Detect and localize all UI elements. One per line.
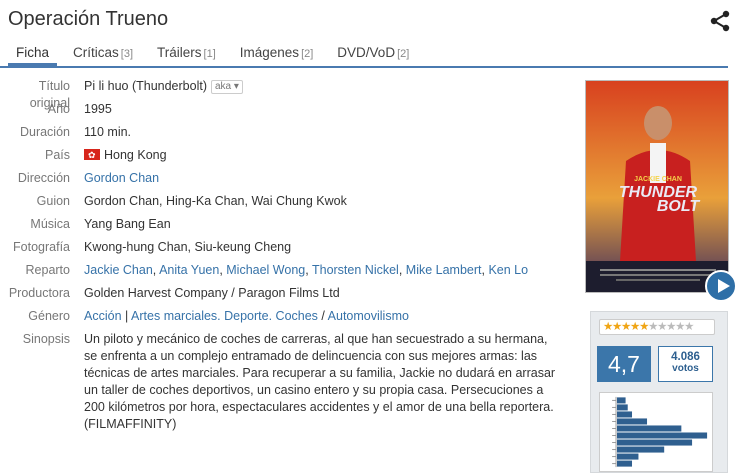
tab-count: [1]	[203, 48, 216, 60]
row-productora: Productora Golden Harvest Company / Para…	[0, 285, 580, 308]
star-empty-icon: ★	[657, 321, 667, 333]
row-direccion: Dirección Gordon Chan	[0, 170, 580, 193]
poster-star-name: JACKIE CHAN	[634, 176, 682, 183]
share-icon[interactable]	[709, 10, 731, 32]
field-label: Duración	[19, 125, 70, 139]
screenwriters: Gordon Chan, Hing-Ka Chan, Wai Chung Kwo…	[84, 194, 347, 208]
tab-trailers[interactable]: Tráilers [1]	[149, 40, 224, 66]
field-label: Título original	[29, 79, 70, 110]
tab-label: DVD/VoD	[337, 45, 396, 60]
synopsis: Un piloto y mecánico de coches de carrer…	[84, 332, 556, 431]
country: Hong Kong	[104, 148, 167, 162]
cast-link[interactable]: Michael Wong	[226, 263, 305, 277]
star-filled-icon: ★	[603, 321, 613, 333]
votes-label: votos	[672, 363, 699, 374]
music: Yang Bang Ean	[84, 217, 171, 231]
histogram-bar	[617, 446, 665, 453]
aka-label: aka	[214, 81, 232, 92]
field-label: Guion	[36, 194, 70, 208]
star-empty-icon: ★	[675, 321, 685, 333]
star-filled-icon: ★	[639, 321, 649, 333]
tab-count: [2]	[397, 48, 410, 60]
aka-button[interactable]: aka ▾	[210, 80, 243, 94]
row-pais: País Hong Kong	[0, 147, 580, 170]
row-ano: Año 1995	[0, 101, 580, 124]
field-label: Productora	[8, 286, 70, 300]
star-empty-icon: ★	[666, 321, 676, 333]
tab-count: [2]	[301, 48, 314, 60]
field-label: Sinopsis	[22, 332, 70, 346]
tab-criticas[interactable]: Críticas [3]	[65, 40, 141, 66]
field-label: Dirección	[17, 171, 70, 185]
tab-count: [3]	[120, 48, 134, 60]
poster-title-line2: BOLT	[657, 198, 701, 215]
row-titulo-original: Título original Pi li huo (Thunderbolt) a…	[0, 78, 580, 110]
row-fotografia: Fotografía Kwong-hung Chan, Siu-keung Ch…	[0, 239, 580, 262]
genre-link[interactable]: Artes marciales. Deporte. Coches	[131, 309, 318, 323]
field-label: Género	[28, 309, 70, 323]
average-rating: 4,7	[597, 346, 651, 382]
histogram-bar	[617, 397, 626, 404]
year: 1995	[84, 102, 112, 116]
histogram-bar	[617, 460, 633, 467]
tab-imagenes[interactable]: Imágenes [2]	[232, 40, 322, 66]
field-label: País	[44, 148, 70, 162]
row-sinopsis: Sinopsis Un piloto y mecánico de coches …	[0, 331, 580, 433]
page-title: Operación Trueno	[8, 8, 169, 30]
histogram-bar	[617, 411, 633, 418]
tab-ficha[interactable]: Ficha	[8, 40, 58, 66]
histogram-bar	[617, 432, 708, 439]
cinematography: Kwong-hung Chan, Siu-keung Cheng	[84, 240, 292, 254]
rating-histogram	[599, 392, 713, 472]
director-link[interactable]: Gordon Chan	[84, 171, 159, 185]
production-company: Golden Harvest Company / Paragon Films L…	[84, 286, 340, 300]
field-label: Fotografía	[13, 240, 70, 254]
tab-label: Imágenes	[239, 45, 300, 60]
histogram-bar	[617, 453, 639, 460]
votes-button[interactable]: 4.086 votos	[658, 346, 713, 382]
tab-dvd-vod[interactable]: DVD/VoD [2]	[329, 40, 417, 66]
row-musica: Música Yang Bang Ean	[0, 216, 580, 239]
star-empty-icon: ★	[648, 321, 658, 333]
cast-list: Jackie Chan, Anita Yuen, Michael Wong, T…	[84, 263, 529, 277]
histogram-bar	[617, 404, 628, 411]
genre-link[interactable]: Acción	[84, 309, 122, 323]
genre-list: Acción | Artes marciales. Deporte. Coche…	[84, 309, 409, 323]
field-label: Música	[30, 217, 70, 231]
movie-info: Título original Pi li huo (Thunderbolt) a…	[0, 78, 580, 433]
movie-poster[interactable]: JACKIE CHAN THUNDER BOLT	[585, 80, 729, 293]
genre-link[interactable]: Automovilismo	[328, 309, 409, 323]
cast-link[interactable]: Ken Lo	[488, 263, 528, 277]
tab-label: Críticas	[73, 45, 119, 60]
star-rating: ★★★★★★★★★★	[599, 319, 715, 335]
histogram-bar	[617, 418, 648, 425]
rating-box: ★★★★★★★★★★ 4,7 4.086 votos	[590, 311, 728, 473]
poster-image: JACKIE CHAN THUNDER BOLT	[586, 81, 728, 292]
field-label: Año	[47, 102, 70, 116]
row-guion: Guion Gordon Chan, Hing-Ka Chan, Wai Chu…	[0, 193, 580, 216]
field-label: Reparto	[25, 263, 70, 277]
star-empty-icon: ★	[684, 321, 694, 333]
tab-label: Tráilers	[157, 45, 202, 60]
cast-link[interactable]: Jackie Chan	[84, 263, 153, 277]
histogram-bar	[617, 425, 682, 432]
votes-count: 4.086	[671, 351, 700, 363]
cast-link[interactable]: Anita Yuen	[159, 263, 219, 277]
play-trailer-button[interactable]	[705, 270, 737, 302]
original-title: Pi li huo (Thunderbolt)	[84, 79, 207, 93]
cast-link[interactable]: Mike Lambert	[406, 263, 482, 277]
tab-bar: Ficha Críticas [3] Tráilers [1] Imágenes [2…	[0, 40, 728, 68]
row-genero: Género Acción | Artes marciales. Deporte…	[0, 308, 580, 331]
duration: 110 min.	[84, 125, 132, 139]
hong-kong-flag-icon	[84, 147, 100, 164]
star-filled-icon: ★	[612, 321, 622, 333]
cast-link[interactable]: Thorsten Nickel	[312, 263, 399, 277]
star-filled-icon: ★	[630, 321, 640, 333]
row-reparto: Reparto Jackie Chan, Anita Yuen, Michael…	[0, 262, 580, 285]
tab-label: Ficha	[16, 45, 50, 60]
row-duracion: Duración 110 min.	[0, 124, 580, 147]
histogram-bar	[617, 439, 693, 446]
star-filled-icon: ★	[621, 321, 631, 333]
